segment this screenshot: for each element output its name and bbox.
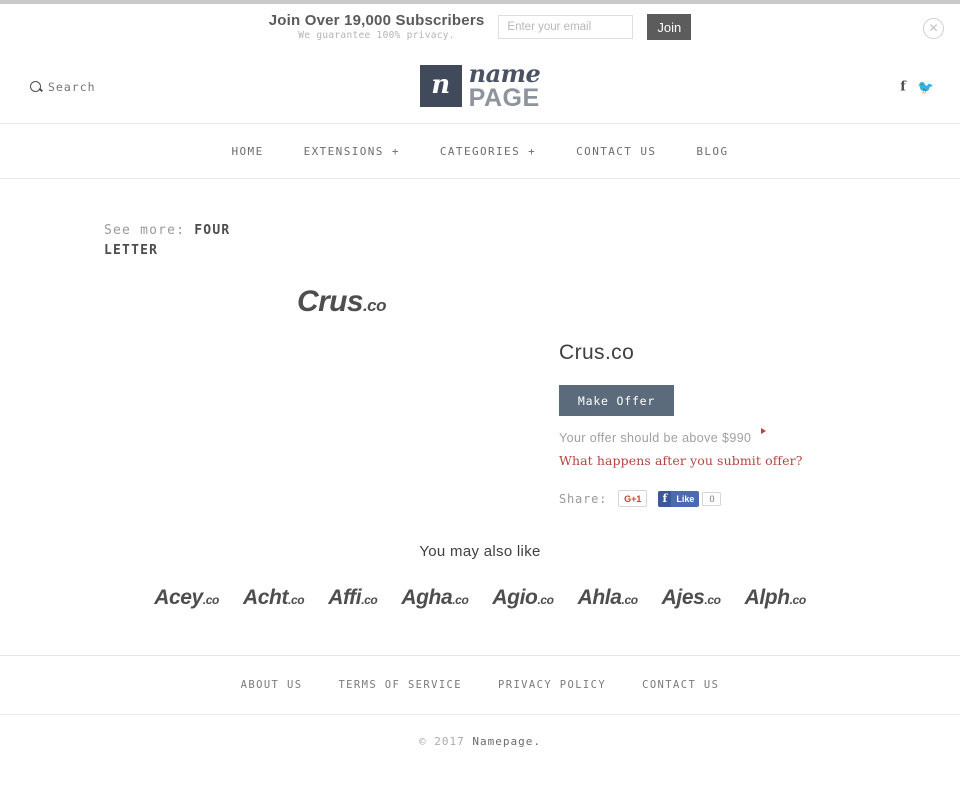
product-logo-name: Crus	[297, 285, 364, 318]
social-links: f 🐦	[900, 80, 934, 93]
facebook-like-group: f Like 0	[658, 490, 722, 507]
offer-minimum-note: Your offer should be above $990	[559, 431, 752, 445]
copyright: © 2017 Namepage.	[0, 735, 960, 748]
subscribe-banner: Join Over 19,000 Subscribers We guarante…	[0, 4, 960, 50]
footer-link-privacy-policy[interactable]: PRIVACY POLICY	[498, 679, 606, 691]
search-icon	[30, 81, 41, 92]
facebook-like-button[interactable]: f Like	[658, 490, 700, 507]
also-item-name: Agio	[492, 586, 538, 609]
also-item-name: Acey	[154, 586, 203, 609]
also-item-name: Agha	[401, 586, 453, 609]
also-item-name: Affi	[328, 586, 362, 609]
search-label: Search	[48, 79, 96, 94]
facebook-like-label: Like	[671, 490, 700, 507]
share-row: Share: G+1 f Like 0	[559, 490, 889, 507]
facebook-like-count: 0	[702, 491, 722, 506]
list-item[interactable]: Acey.co	[154, 586, 219, 610]
list-item[interactable]: Agio.co	[492, 586, 554, 610]
breadcrumb-prefix: See more:	[104, 223, 186, 238]
nav-item-extensions[interactable]: EXTENSIONS +	[304, 145, 400, 158]
also-item-tld: .co	[202, 593, 220, 607]
logo-name-text: name	[468, 58, 541, 88]
copyright-brand: Namepage.	[472, 735, 541, 748]
also-like-list: Acey.co Acht.co Affi.co Agha.co Agio.co …	[0, 586, 960, 610]
join-button[interactable]: Join	[647, 14, 692, 40]
site-header: Search n name PAGE f 🐦	[0, 50, 960, 124]
list-item[interactable]: Agha.co	[401, 586, 468, 610]
also-like-heading: You may also like	[419, 543, 541, 560]
also-item-tld: .co	[452, 593, 469, 607]
logo-wordmark: name PAGE	[468, 58, 541, 112]
logo-mark-letter: n	[431, 70, 451, 101]
list-item[interactable]: Ahla.co	[578, 586, 638, 610]
also-item-tld: .co	[789, 593, 807, 607]
make-offer-button[interactable]: Make Offer	[559, 385, 674, 416]
facebook-icon: f	[658, 490, 672, 507]
also-item-name: Ajes	[661, 586, 705, 609]
also-item-name: Acht	[242, 586, 289, 609]
product-logo: Crus.co	[297, 285, 960, 319]
subscribe-title: Join Over 19,000 Subscribers	[268, 12, 485, 30]
list-item[interactable]: Acht.co	[242, 586, 305, 610]
list-item[interactable]: Alph.co	[744, 586, 807, 610]
close-icon[interactable]: ✕	[923, 18, 944, 39]
also-item-tld: .co	[537, 593, 554, 607]
email-input[interactable]	[498, 15, 634, 39]
twitter-icon[interactable]: 🐦	[918, 80, 934, 93]
product-logo-tld: .co	[362, 296, 387, 315]
offer-help-link[interactable]: What happens after you submit offer?	[559, 453, 889, 468]
footer-link-contact-us[interactable]: CONTACT US	[642, 679, 719, 691]
share-label: Share:	[559, 491, 608, 506]
nav-item-contact-us[interactable]: CONTACT US	[576, 145, 656, 158]
footer-link-terms-of-service[interactable]: TERMS OF SERVICE	[338, 679, 462, 691]
nav-item-blog[interactable]: BLOG	[696, 145, 728, 158]
site-logo[interactable]: n name PAGE	[419, 58, 541, 112]
list-item[interactable]: Affi.co	[328, 586, 378, 610]
subscribe-subtitle: We guarantee 100% privacy.	[298, 29, 455, 41]
subscribe-text-block: Join Over 19,000 Subscribers We guarante…	[269, 13, 485, 41]
also-item-tld: .co	[288, 593, 305, 607]
search-button[interactable]: Search	[30, 80, 96, 94]
nav-item-home[interactable]: HOME	[232, 145, 264, 158]
footer-link-about-us[interactable]: ABOUT US	[241, 679, 303, 691]
main-nav: HOME EXTENSIONS + CATEGORIES + CONTACT U…	[0, 124, 960, 179]
logo-page-text: PAGE	[468, 83, 540, 112]
also-item-tld: .co	[621, 593, 639, 607]
footer-nav: ABOUT US TERMS OF SERVICE PRIVACY POLICY…	[0, 656, 960, 715]
google-plus-button[interactable]: G+1	[618, 490, 648, 507]
also-item-name: Ahla	[577, 586, 622, 609]
chevron-right-icon	[761, 428, 766, 434]
logo-mark-icon: n	[419, 65, 462, 108]
also-item-name: Alph	[744, 586, 790, 609]
list-item[interactable]: Ajes.co	[662, 586, 721, 610]
nav-item-categories[interactable]: CATEGORIES +	[440, 145, 536, 158]
product-details: Crus.co Make Offer Your offer should be …	[559, 341, 889, 507]
page-title: Crus.co	[559, 341, 635, 364]
facebook-icon[interactable]: f	[900, 80, 906, 93]
breadcrumb: See more: FOUR LETTER	[104, 221, 244, 261]
also-item-tld: .co	[704, 593, 721, 607]
also-item-tld: .co	[361, 593, 378, 607]
copyright-prefix: © 2017	[419, 735, 465, 748]
